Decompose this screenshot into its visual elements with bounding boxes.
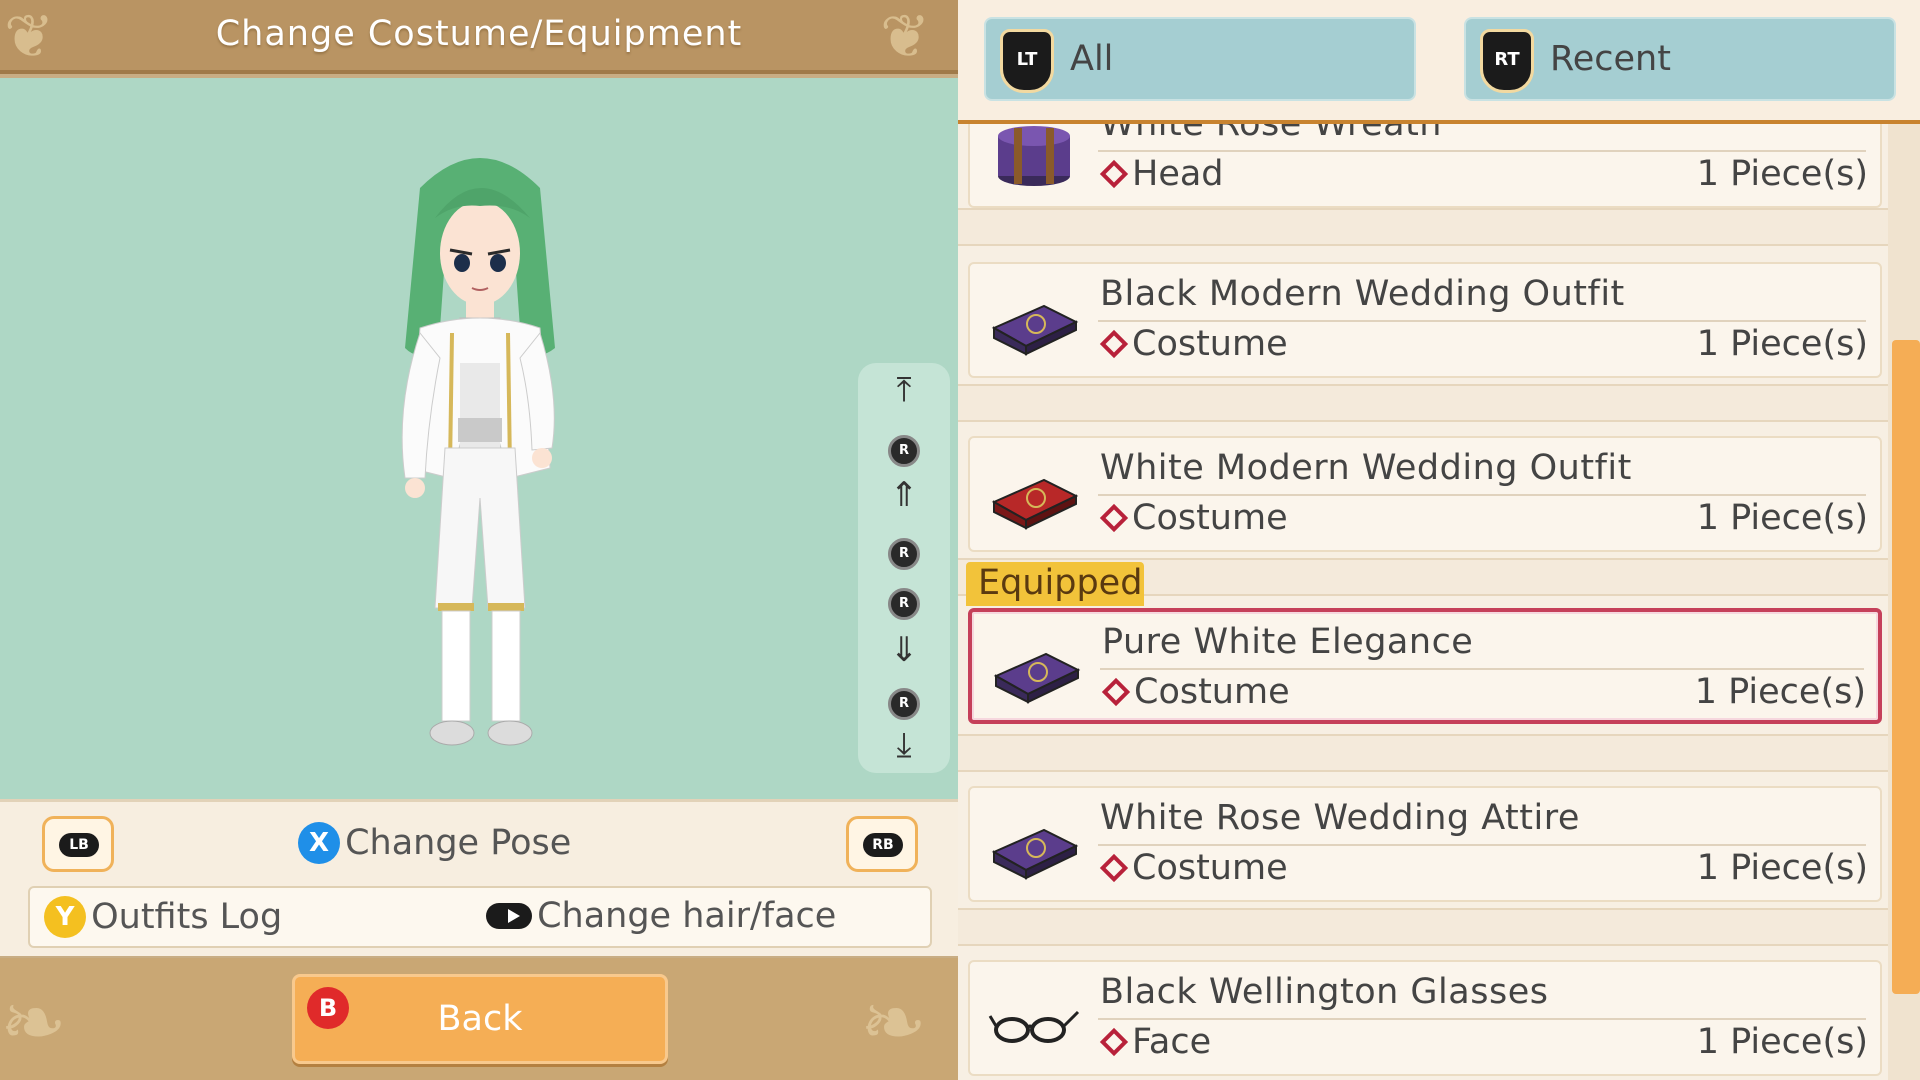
item-category: Costume [1098,498,1288,538]
item-category: Costume [1100,672,1290,712]
pose-bar: LB X Change Pose RB Y Outfits Log Change… [0,799,958,956]
tab-recent-label: Recent [1550,39,1671,79]
row-divider [958,908,1888,946]
diamond-icon [1099,159,1129,189]
stick-right-icon [486,903,532,929]
list-item[interactable]: White Rose Wreath Head 1 Piece(s) [968,124,1882,208]
y-button-icon: Y [44,896,86,938]
right-stick-right-icon: R [888,588,920,620]
item-quantity: 1 Piece(s) [1696,154,1868,194]
zoom-in-icon[interactable]: ⇑ [858,478,950,512]
lb-label: LB [59,833,99,857]
title-bar: ❦ ❦ Change Costume/Equipment [0,0,958,74]
x-button-icon: X [298,822,340,864]
character-preview[interactable]: ⤒ R ⇑ R R ⇓ R ⤓ [0,78,958,799]
change-hair-face-label: Change hair/face [537,896,837,936]
lt-trigger-icon: LT [1000,29,1054,93]
page-title: Change Costume/Equipment [215,14,743,54]
row-divider [958,734,1888,772]
right-stick-left-icon: R [888,538,920,570]
scrollbar-thumb[interactable] [1892,340,1920,994]
right-stick-down-icon: R [888,688,920,720]
bottom-bar: ❧ ❧ B Back [0,958,958,1080]
change-pose-button[interactable]: X Change Pose [298,822,571,868]
item-quantity: 1 Piece(s) [1696,498,1868,538]
ornament-bottom-left-icon: ❧ [0,976,68,1069]
item-category: Face [1098,1022,1211,1062]
list-item-equipped[interactable]: Pure White Elegance Costume 1 Piece(s) [968,608,1882,724]
row-divider [958,384,1888,422]
left-panel: ❦ ❦ Change Costume/Equipment ⤒ R ⇑ R R ⇓… [0,0,958,1080]
right-panel: LT All RT Recent White Rose Wreath Head … [958,0,1920,1080]
outfits-log-label: Outfits Log [91,897,283,937]
log-row: Y Outfits Log Change hair/face [28,886,932,948]
item-divider [1098,844,1866,846]
purple-hatbox-icon [998,126,1070,186]
item-name: Black Wellington Glasses [1100,972,1549,1012]
change-hair-face-button[interactable]: Change hair/face [486,896,836,936]
back-button[interactable]: B Back [292,974,668,1064]
list-item[interactable]: White Rose Wedding Attire Costume 1 Piec… [968,786,1882,902]
change-pose-label: Change Pose [345,823,572,863]
lb-button[interactable]: LB [42,816,114,872]
purple-costume-case-icon [991,828,1079,880]
row-divider [958,208,1888,246]
character-model [401,158,555,746]
rb-button[interactable]: RB [846,816,918,872]
item-name: Black Modern Wedding Outfit [1100,274,1625,314]
item-divider [1100,668,1864,670]
item-divider [1098,320,1866,322]
diamond-icon [1099,1027,1129,1057]
rt-trigger-icon: RT [1480,29,1534,93]
list-item[interactable]: White Modern Wedding Outfit Costume 1 Pi… [968,436,1882,552]
item-name: White Rose Wreath [1100,124,1442,144]
ornament-bottom-right-icon: ❧ [860,976,928,1069]
purple-costume-case-icon [993,652,1081,704]
purple-costume-case-icon [991,304,1079,356]
diamond-icon [1099,329,1129,359]
item-quantity: 1 Piece(s) [1696,1022,1868,1062]
item-quantity: 1 Piece(s) [1696,848,1868,888]
item-category: Costume [1098,848,1288,888]
item-category: Head [1098,154,1224,194]
red-costume-case-icon [991,478,1079,530]
diamond-icon [1101,677,1131,707]
diamond-icon [1099,853,1129,883]
item-category: Costume [1098,324,1288,364]
item-divider [1098,494,1866,496]
tab-recent[interactable]: RT Recent [1464,17,1896,101]
item-quantity: 1 Piece(s) [1696,324,1868,364]
item-name: Pure White Elegance [1102,622,1474,662]
item-list[interactable]: White Rose Wreath Head 1 Piece(s) Black … [958,124,1888,1080]
diamond-icon [1099,503,1129,533]
list-item[interactable]: Black Wellington Glasses Face 1 Piece(s) [968,960,1882,1076]
tab-all-label: All [1070,39,1114,79]
filter-tabs: LT All RT Recent [958,0,1920,124]
rb-label: RB [863,833,903,857]
glasses-icon [988,1010,1080,1043]
zoom-out-icon[interactable]: ⇓ [858,633,950,667]
item-divider [1098,150,1866,152]
list-item[interactable]: Black Modern Wedding Outfit Costume 1 Pi… [968,262,1882,378]
camera-controls: ⤒ R ⇑ R R ⇓ R ⤓ [858,363,950,773]
right-stick-up-icon: R [888,435,920,467]
item-name: White Modern Wedding Outfit [1100,448,1632,488]
scroll-bottom-icon[interactable]: ⤓ [858,728,950,762]
item-quantity: 1 Piece(s) [1694,672,1866,712]
scroll-top-icon[interactable]: ⤒ [858,373,950,407]
tab-all[interactable]: LT All [984,17,1416,101]
equipped-badge: Equipped [966,562,1144,606]
back-label: Back [437,999,523,1039]
item-name: White Rose Wedding Attire [1100,798,1580,838]
item-divider [1098,1018,1866,1020]
outfits-log-button[interactable]: Y Outfits Log [44,896,282,938]
